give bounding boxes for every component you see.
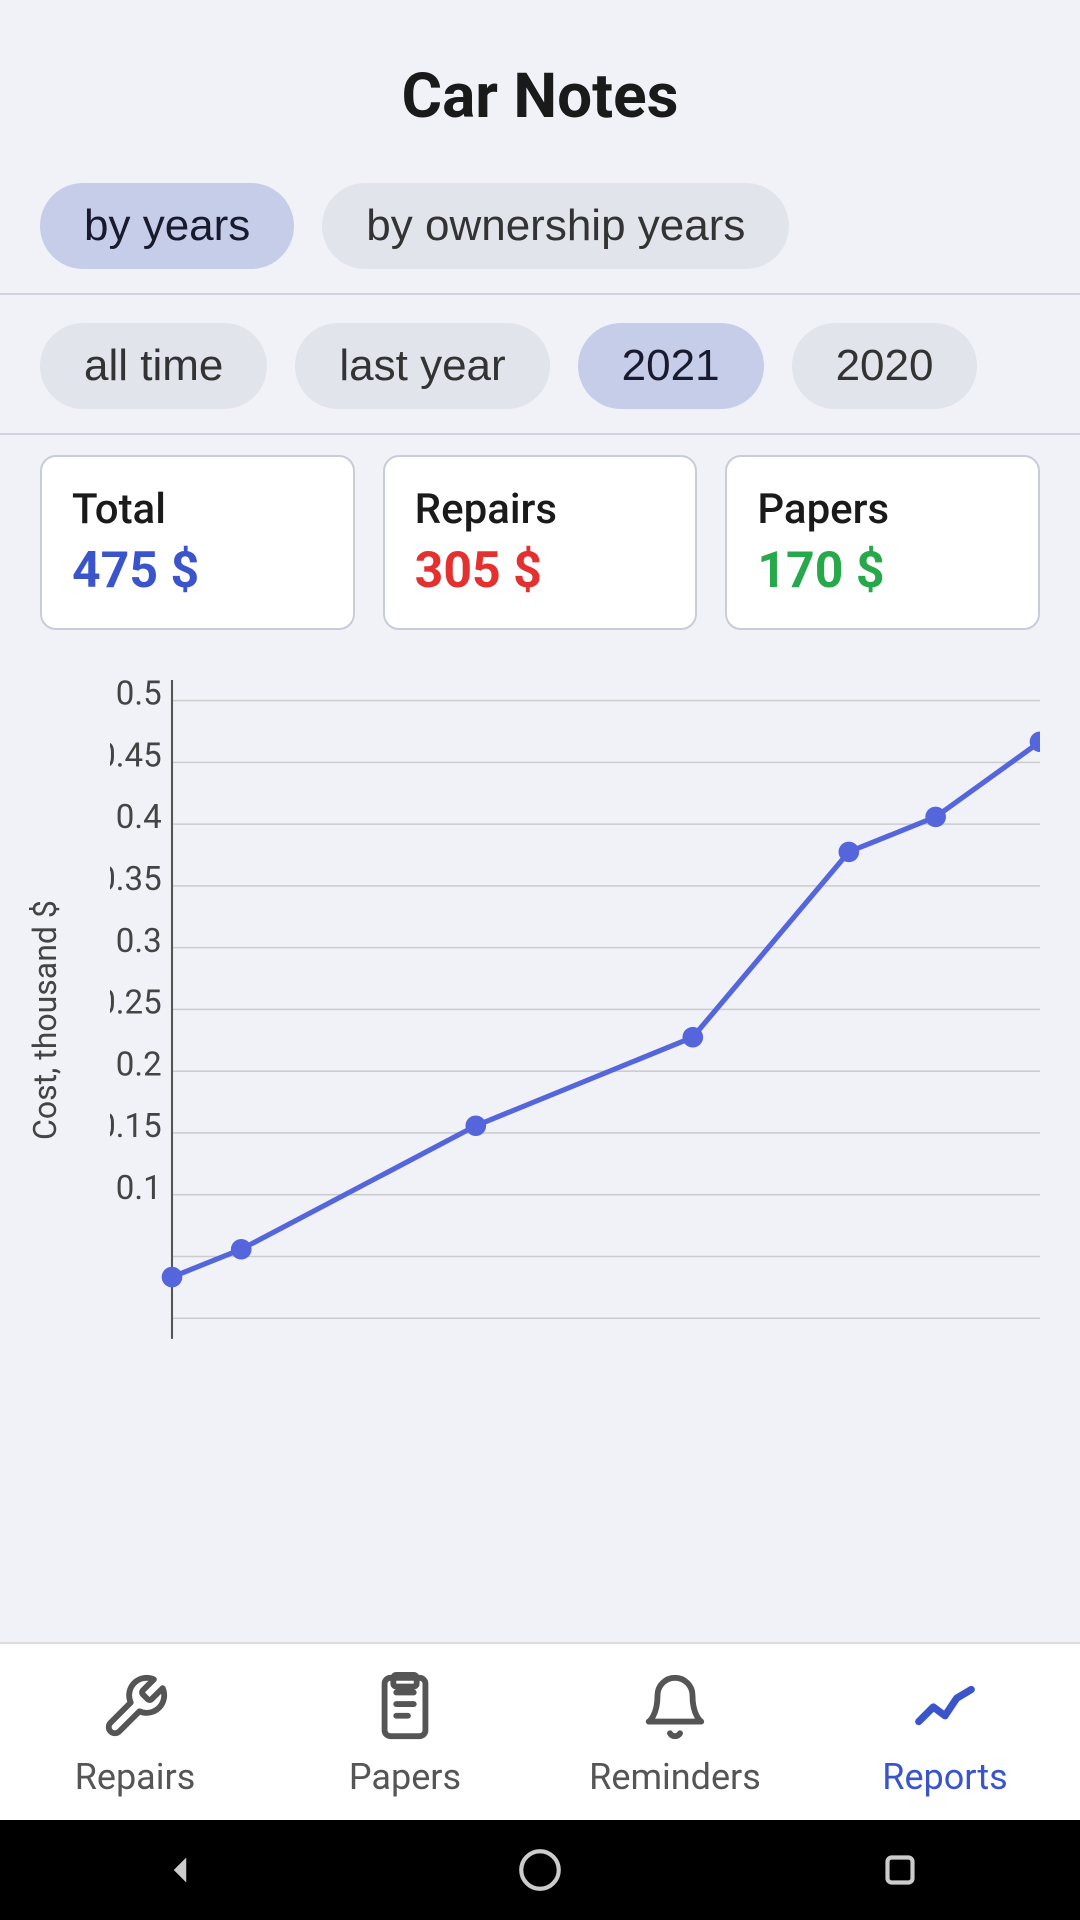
card-repairs-value: 305 $ [415,542,666,600]
android-nav-bar [0,1820,1080,1920]
card-total: Total 475 $ [40,455,355,630]
chart-container: Cost, thousand $ 0.5 0.45 0.4 0.35 0.3 0… [20,670,1060,1370]
bottom-nav: Repairs Papers Reminders R [0,1642,1080,1820]
svg-text:0.35: 0.35 [110,860,162,899]
back-button[interactable] [140,1830,220,1910]
card-total-label: Total [72,485,323,534]
page-title: Car Notes [402,60,679,133]
nav-repairs[interactable]: Repairs [0,1644,270,1820]
papers-icon [370,1672,440,1746]
card-papers: Papers 170 $ [725,455,1040,630]
pill-last-year[interactable]: last year [295,323,549,409]
chart-y-label: Cost, thousand $ [26,670,64,1370]
nav-reports[interactable]: Reports [810,1644,1080,1820]
nav-papers-label: Papers [349,1756,461,1798]
pill-all-time[interactable]: all time [40,323,267,409]
pill-2021[interactable]: 2021 [578,323,764,409]
svg-text:0.1: 0.1 [116,1169,162,1208]
svg-text:0.15: 0.15 [110,1107,162,1146]
wrench-icon [100,1672,170,1746]
svg-text:0.25: 0.25 [110,984,162,1023]
nav-reports-label: Reports [882,1756,1007,1798]
svg-text:0.3: 0.3 [116,922,162,961]
svg-text:0.45: 0.45 [110,737,162,776]
reports-icon [910,1672,980,1746]
line-chart: 0.5 0.45 0.4 0.35 0.3 0.25 0.2 0.15 0.1 [110,680,1040,1380]
card-repairs-label: Repairs [415,485,666,534]
svg-text:0.5: 0.5 [116,680,162,714]
home-button[interactable] [500,1830,580,1910]
pill-by-years[interactable]: by years [40,183,294,269]
filter-row-1: by years by ownership years [0,163,1080,293]
nav-reminders[interactable]: Reminders [540,1644,810,1820]
svg-text:0.2: 0.2 [116,1045,162,1084]
card-total-value: 475 $ [72,542,323,600]
nav-papers[interactable]: Papers [270,1644,540,1820]
header: Car Notes [0,0,1080,163]
svg-text:0.4: 0.4 [116,798,162,837]
summary-cards: Total 475 $ Repairs 305 $ Papers 170 $ [0,435,1080,640]
nav-repairs-label: Repairs [75,1756,196,1798]
card-papers-label: Papers [757,485,1008,534]
recents-button[interactable] [860,1830,940,1910]
card-papers-value: 170 $ [757,542,1008,600]
filter-row-2: all time last year 2021 2020 [0,295,1080,433]
pill-2020[interactable]: 2020 [792,323,978,409]
pill-by-ownership-years[interactable]: by ownership years [322,183,789,269]
nav-reminders-label: Reminders [589,1756,761,1798]
bell-icon [640,1672,710,1746]
card-repairs: Repairs 305 $ [383,455,698,630]
